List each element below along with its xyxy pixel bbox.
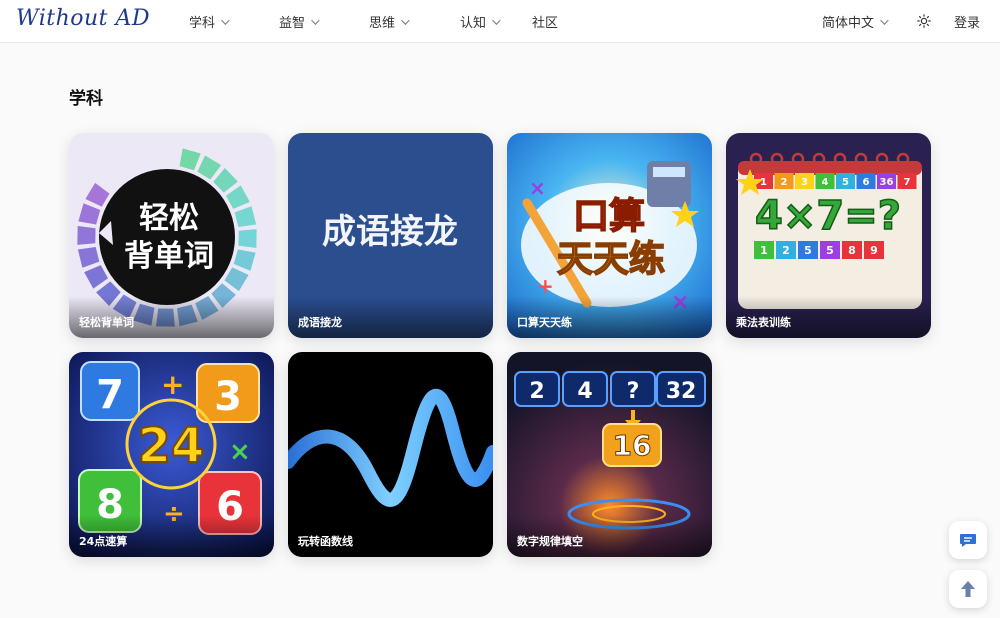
card-label: 口算天天练 — [507, 296, 712, 338]
nav-community-label: 社区 — [532, 16, 559, 31]
svg-text:×: × — [529, 176, 546, 200]
24-art-number-1: 7 — [96, 372, 124, 418]
number-tile-label: 7 — [904, 177, 911, 188]
card-mental-math[interactable]: 口算 天天练 × × + 口算天天练 — [507, 133, 712, 338]
nav-subjects[interactable]: 学科 — [189, 12, 230, 31]
number-tile-label: 3 — [801, 177, 808, 188]
site-logo[interactable]: Without AD — [16, 6, 150, 31]
nav-subjects-label: 学科 — [189, 16, 216, 31]
svg-text:+: + — [161, 368, 184, 401]
number-tile-label: 6 — [863, 177, 870, 188]
card-label: 数字规律填空 — [507, 515, 712, 557]
svg-text:×: × — [229, 437, 251, 467]
card-vocabulary[interactable]: 轻松 背单词 轻松背单词 — [69, 133, 274, 338]
ring-segment — [238, 229, 257, 248]
chevron-down-icon — [880, 15, 889, 25]
nav-thinking[interactable]: 思维 — [369, 12, 410, 31]
24-art-center: 24 — [138, 418, 205, 474]
number-tile-label: 8 — [848, 244, 856, 257]
nav-community[interactable]: 社区 — [532, 12, 558, 31]
login-link[interactable]: 登录 — [954, 12, 980, 31]
chevron-down-icon — [492, 15, 501, 25]
card-multiplication-table[interactable]: 1 2 3 4 5 6 36 7 4×7=? 1 2 5 5 8 9 乘法表训练 — [726, 133, 931, 338]
chat-icon — [960, 534, 976, 547]
card-24-points[interactable]: 7 3 8 6 24 + × ÷ 24点速算 — [69, 352, 274, 557]
language-selector[interactable]: 简体中文 — [822, 12, 889, 31]
chat-button[interactable] — [949, 521, 987, 559]
top-nav-bar: Without AD 学科 益智 思维 认知 社区 简体中文 登录 — [0, 0, 1000, 43]
number-tile-label: 1 — [760, 177, 767, 188]
nav-thinking-label: 思维 — [369, 16, 396, 31]
number-tile-label: 4 — [822, 177, 829, 188]
card-number-pattern[interactable]: 2 4 ? 32 16 数字规律填空 — [507, 352, 712, 557]
pattern-art-n1: 2 — [529, 379, 544, 404]
card-label: 乘法表训练 — [726, 296, 931, 338]
chevron-down-icon — [311, 15, 320, 25]
card-label: 轻松背单词 — [69, 296, 274, 338]
card-idiom-chain[interactable]: 成语接龙 成语接龙 — [288, 133, 493, 338]
sun-icon[interactable] — [917, 14, 931, 28]
number-tile-label: 1 — [760, 244, 768, 257]
vocabulary-art-line1: 轻松 — [139, 201, 199, 236]
card-label: 玩转函数线 — [288, 515, 493, 557]
pattern-art-answer: 16 — [613, 429, 652, 462]
language-label: 简体中文 — [822, 16, 875, 31]
nav-puzzle-label: 益智 — [279, 16, 306, 31]
number-tile-label: 5 — [842, 177, 849, 188]
chevron-down-icon — [401, 15, 410, 25]
idiom-art-text: 成语接龙 — [322, 212, 458, 252]
24-art-number-2: 3 — [214, 374, 242, 420]
number-tile-label: 5 — [826, 244, 834, 257]
svg-text:+: + — [537, 274, 554, 298]
ring-segment — [77, 226, 96, 245]
vocabulary-art-line2: 背单词 — [124, 239, 214, 274]
pattern-art-n4: 32 — [666, 379, 697, 404]
multiplication-art-formula: 4×7=? — [755, 193, 901, 239]
pattern-art-n3: ? — [627, 379, 640, 404]
nav-cognition[interactable]: 认知 — [460, 12, 501, 31]
nav-cognition-label: 认知 — [460, 16, 487, 31]
mental-math-art-line2: 天天练 — [557, 239, 665, 280]
number-tile-label: 2 — [782, 244, 790, 257]
number-tile-label: 2 — [781, 177, 788, 188]
section-title: 学科 — [69, 89, 103, 109]
chevron-down-icon — [221, 15, 230, 25]
pattern-art-n2: 4 — [577, 379, 592, 404]
card-label: 24点速算 — [69, 515, 274, 557]
nav-puzzle[interactable]: 益智 — [279, 12, 320, 31]
back-to-top-button[interactable] — [949, 570, 987, 608]
card-label: 成语接龙 — [288, 296, 493, 338]
number-tile-label: 9 — [870, 244, 878, 257]
number-tile-label: 36 — [880, 177, 894, 188]
card-function-lines[interactable]: 玩转函数线 — [288, 352, 493, 557]
arrow-up-icon — [961, 581, 975, 597]
mental-math-art-line1: 口算 — [573, 196, 645, 237]
number-tile-label: 5 — [804, 244, 812, 257]
